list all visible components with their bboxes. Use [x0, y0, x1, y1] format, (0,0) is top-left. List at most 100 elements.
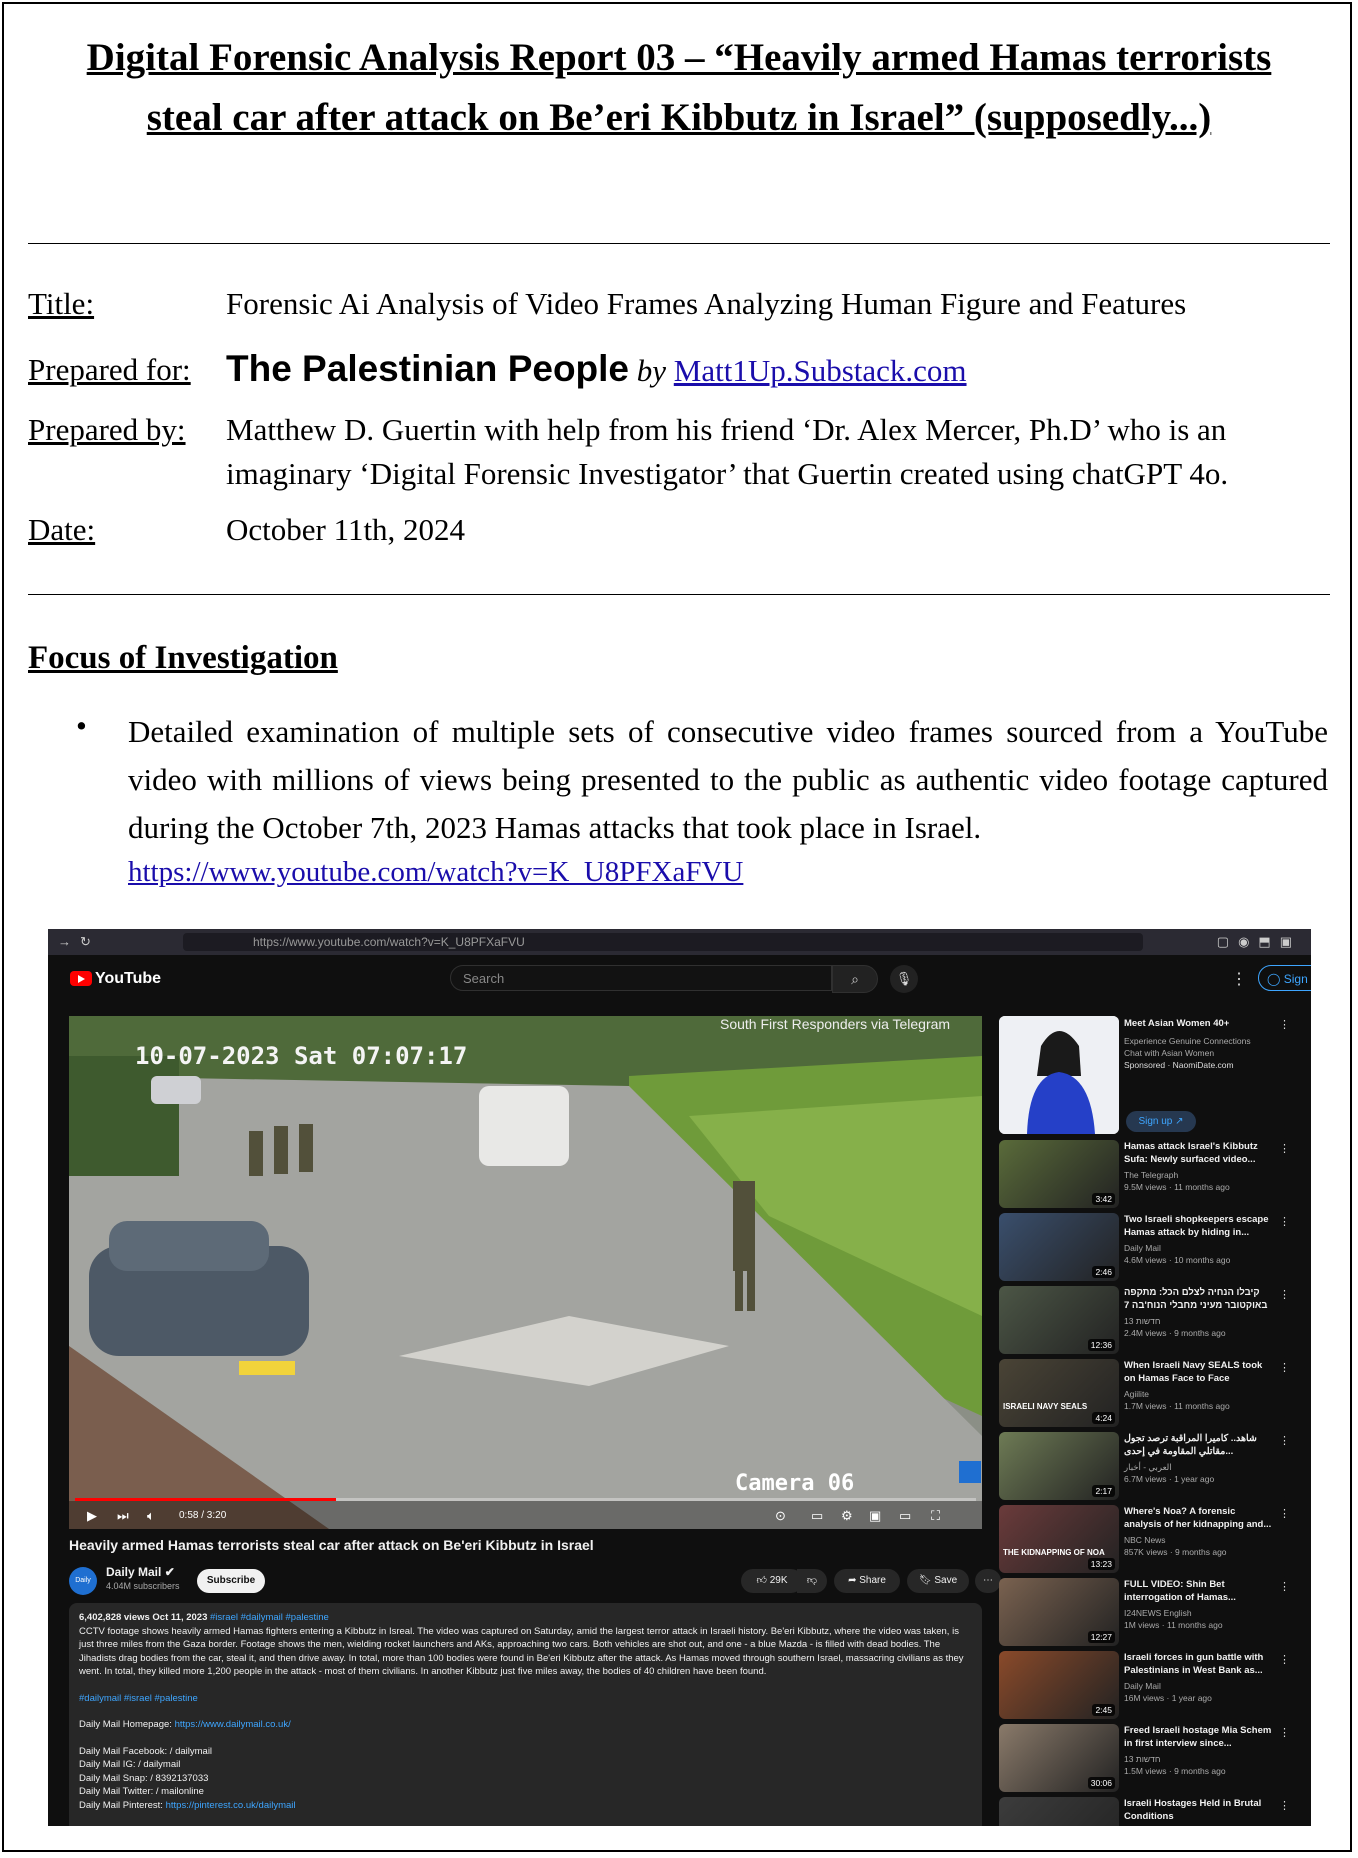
sidebar-video-item[interactable]: 12:36 קיבלו הנחיה לצלם הכל: מתקפה באוקטוב…	[999, 1286, 1311, 1354]
video-menu-icon[interactable]: ⋮	[1279, 1288, 1290, 1301]
sidebar-channel-name[interactable]: Agiilite	[1124, 1389, 1284, 1400]
pinterest-link[interactable]: https://pinterest.co.uk/dailymail	[166, 1800, 296, 1811]
sidebar-video-title[interactable]: Two Israeli shopkeepers escape Hamas att…	[1124, 1214, 1274, 1239]
description-tags[interactable]: #israel #dailymail #palestine	[210, 1612, 329, 1623]
channel-name[interactable]: Daily Mail ✔	[106, 1565, 175, 1579]
search-icon[interactable]: ⌕	[832, 965, 878, 993]
sidebar-channel-name[interactable]: NBC News	[1124, 1535, 1284, 1546]
save-button[interactable]: 🔖︎ Save	[907, 1569, 969, 1593]
thumbnail-caption: THE KIDNAPPING OF NOA	[1003, 1548, 1105, 1557]
prepared-by-line1: Matthew D. Guertin with help from his fr…	[226, 412, 1227, 447]
sidebar-video-title[interactable]: Israeli Hostages Held in Brutal Conditio…	[1124, 1798, 1274, 1823]
miniplayer-icon[interactable]: ▣	[869, 1508, 881, 1524]
sidebar-channel-name[interactable]: Daily Mail	[1124, 1681, 1284, 1692]
sidebar-video-item[interactable]: 12:27 FULL VIDEO: Shin Bet interrogation …	[999, 1578, 1311, 1646]
like-button[interactable]: 👍︎ 29K	[741, 1569, 803, 1593]
reload-icon[interactable]: ↻	[80, 934, 91, 950]
search-input[interactable]: Search	[450, 965, 832, 991]
captions-icon[interactable]: ▭	[811, 1508, 823, 1524]
theater-mode-icon[interactable]: ▭	[899, 1508, 911, 1524]
settings-gear-icon[interactable]: ⚙	[841, 1508, 853, 1524]
video-menu-icon[interactable]: ⋮	[1279, 1215, 1290, 1228]
ad-menu-icon[interactable]: ⋮	[1279, 1018, 1290, 1031]
more-actions-icon[interactable]: ⋯	[975, 1569, 1001, 1593]
sidebar-video-title[interactable]: Israeli forces in gun battle with Palest…	[1124, 1652, 1274, 1677]
video-thumbnail[interactable]: 3:42	[999, 1140, 1119, 1208]
description-tags-2[interactable]: #dailymail #israel #palestine	[79, 1692, 972, 1706]
sidebar-channel-name[interactable]: 13 חדשות	[1124, 1316, 1284, 1327]
video-thumbnail[interactable]: 12:27	[999, 1578, 1119, 1646]
browser-extension-icons[interactable]: ▢◉⬒▣	[1217, 934, 1301, 950]
video-description[interactable]: 6,402,828 views Oct 11, 2023 #israel #da…	[69, 1603, 982, 1826]
video-thumbnail[interactable]: 30:06	[999, 1724, 1119, 1792]
youtube-logo[interactable]: YouTube	[70, 970, 161, 988]
facebook-line[interactable]: Daily Mail Facebook: / dailymail	[79, 1745, 972, 1759]
sidebar-channel-name[interactable]: Daily Mail	[1124, 1243, 1284, 1254]
forward-icon[interactable]: →	[58, 934, 71, 949]
fullscreen-icon[interactable]: ⛶	[931, 1508, 940, 1524]
sidebar-video-item[interactable]: ISRAELI NAVY SEALS 4:24 When Israeli Navy …	[999, 1359, 1311, 1427]
snap-line[interactable]: Daily Mail Snap: / 8392137033	[79, 1772, 972, 1786]
next-icon[interactable]: ⏭	[117, 1508, 129, 1524]
video-menu-icon[interactable]: ⋮	[1279, 1434, 1290, 1447]
more-options-icon[interactable]: ⋮	[1231, 969, 1247, 989]
prepared-for-label: Prepared for:	[28, 352, 191, 387]
sidebar-video-item[interactable]: 2:45 Israeli forces in gun battle with Pa…	[999, 1651, 1311, 1719]
sidebar-channel-name[interactable]: I24NEWS English	[1124, 1608, 1284, 1619]
subscribe-button[interactable]: Subscribe	[197, 1569, 265, 1593]
sidebar-video-title[interactable]: Hamas attack Israel's Kibbutz Sufa: Newl…	[1124, 1141, 1274, 1166]
video-thumbnail[interactable]: THE KIDNAPPING OF NOA 13:23	[999, 1505, 1119, 1573]
homepage-link[interactable]: https://www.dailymail.co.uk/	[175, 1719, 291, 1730]
homepage-label: Daily Mail Homepage:	[79, 1719, 172, 1730]
sidebar-video-item[interactable]: 3:42 Hamas attack Israel's Kibbutz Sufa: …	[999, 1140, 1311, 1208]
sidebar-video-item[interactable]: 2:46 Two Israeli shopkeepers escape Hamas…	[999, 1213, 1311, 1281]
video-thumbnail[interactable]: 12:36	[999, 1286, 1119, 1354]
video-thumbnail[interactable]: ISRAELI NAVY SEALS 4:24	[999, 1359, 1119, 1427]
sidebar-video-title[interactable]: شاهد.. كاميرا المراقبة ترصد تجول مقاتلي …	[1124, 1433, 1274, 1458]
sign-in-button[interactable]: ◯ Sign in	[1258, 965, 1311, 991]
share-button[interactable]: ➦ Share	[834, 1569, 900, 1593]
browser-url[interactable]: https://www.youtube.com/watch?v=K_U8PFXa…	[183, 933, 1143, 951]
dislike-icon[interactable]: 👎︎	[797, 1569, 827, 1593]
sidebar-video-item[interactable]: 2:17 شاهد.. كاميرا المراقبة ترصد تجول مقا…	[999, 1432, 1311, 1500]
video-thumbnail[interactable]: 2:46	[999, 1213, 1119, 1281]
video-controls: ▶ ⏭ 🔈︎ 0:58 / 3:20 ⊙ ▭ ⚙ ▣ ▭ ⛶	[69, 1504, 982, 1529]
video-thumbnail[interactable]	[999, 1797, 1119, 1826]
sidebar-video-item[interactable]: 30:06 Freed Israeli hostage Mia Schem in …	[999, 1724, 1311, 1792]
volume-icon[interactable]: 🔈︎	[147, 1508, 155, 1524]
sidebar-video-item[interactable]: THE KIDNAPPING OF NOA 13:23 Where's Noa? A…	[999, 1505, 1311, 1573]
ad-signup-button[interactable]: Sign up ↗	[1126, 1111, 1196, 1132]
microphone-icon[interactable]: 🎙︎	[890, 965, 918, 993]
youtube-link[interactable]: https://www.youtube.com/watch?v=K_U8PFXa…	[128, 856, 743, 889]
video-progress-bar[interactable]	[75, 1498, 976, 1501]
video-menu-icon[interactable]: ⋮	[1279, 1580, 1290, 1593]
video-menu-icon[interactable]: ⋮	[1279, 1142, 1290, 1155]
sidebar-video-title[interactable]: Where's Noa? A forensic analysis of her …	[1124, 1506, 1274, 1531]
sidebar-channel-name[interactable]: العربي - أخبار	[1124, 1462, 1284, 1473]
video-menu-icon[interactable]: ⋮	[1279, 1726, 1290, 1739]
sidebar-channel-name[interactable]: 13 חדשות	[1124, 1754, 1284, 1765]
sidebar-channel-name[interactable]: The Telegraph	[1124, 1170, 1284, 1181]
video-player[interactable]: 10-07-2023 Sat 07:07:17 South First Resp…	[69, 1016, 982, 1529]
substack-link[interactable]: Matt1Up.Substack.com	[674, 353, 967, 388]
sidebar-video-title[interactable]: FULL VIDEO: Shin Bet interrogation of Ha…	[1124, 1579, 1274, 1604]
sidebar-video-stats: 1M views · 11 months ago	[1124, 1620, 1223, 1630]
video-menu-icon[interactable]: ⋮	[1279, 1799, 1290, 1812]
video-menu-icon[interactable]: ⋮	[1279, 1361, 1290, 1374]
sidebar-video-title[interactable]: When Israeli Navy SEALS took on Hamas Fa…	[1124, 1360, 1274, 1385]
twitter-line[interactable]: Daily Mail Twitter: / mailonline	[79, 1785, 972, 1799]
sponsored-ad[interactable]: Meet Asian Women 40+ Experience Genuine …	[999, 1016, 1311, 1134]
channel-avatar[interactable]: Daily Mail	[69, 1567, 97, 1612]
sidebar-video-item[interactable]: Israeli Hostages Held in Brutal Conditio…	[999, 1797, 1311, 1826]
video-thumbnail[interactable]: 2:17	[999, 1432, 1119, 1500]
video-thumbnail[interactable]: 2:45	[999, 1651, 1119, 1719]
instagram-line[interactable]: Daily Mail IG: / dailymail	[79, 1758, 972, 1772]
autoplay-toggle[interactable]: ⊙	[775, 1508, 786, 1524]
video-menu-icon[interactable]: ⋮	[1279, 1653, 1290, 1666]
sidebar-video-title[interactable]: Freed Israeli hostage Mia Schem in first…	[1124, 1725, 1274, 1750]
video-time: 0:58 / 3:20	[179, 1510, 227, 1521]
play-icon[interactable]: ▶	[87, 1508, 97, 1524]
video-menu-icon[interactable]: ⋮	[1279, 1507, 1290, 1520]
sidebar-video-title[interactable]: קיבלו הנחיה לצלם הכל: מתקפה באוקטובר מעי…	[1124, 1287, 1274, 1312]
ad-image	[999, 1016, 1119, 1134]
